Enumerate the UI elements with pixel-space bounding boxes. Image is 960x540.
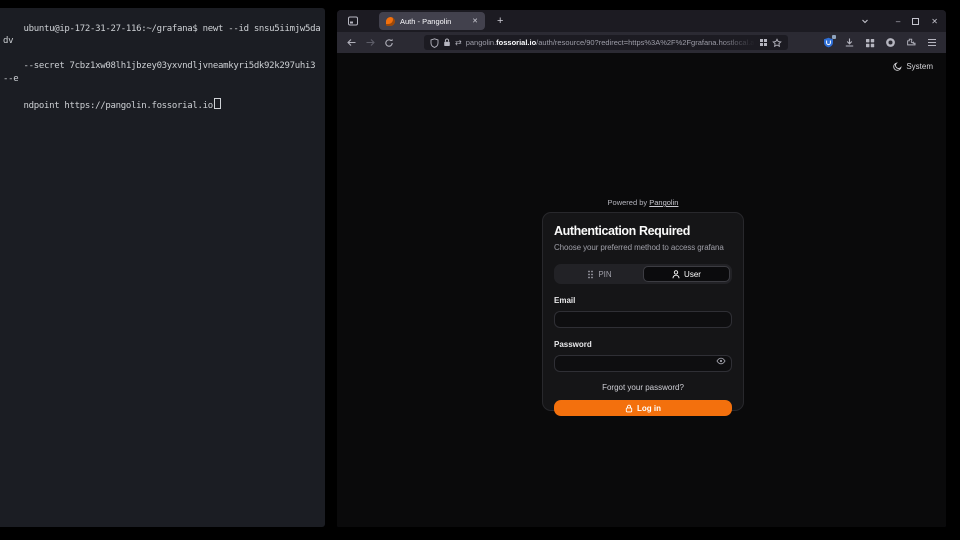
pangolin-link[interactable]: Pangolin (649, 198, 678, 207)
url-path: /auth/resource/90?redirect=https%3A%2F%2… (536, 38, 755, 47)
desktop: ubuntu@ip-172-31-27-116:~/grafana$ newt … (0, 0, 960, 540)
forward-button[interactable] (365, 38, 376, 47)
list-tabs-chevron-icon[interactable] (860, 16, 870, 26)
password-field[interactable] (554, 355, 732, 372)
new-tab-button[interactable]: + (497, 16, 503, 27)
auth-card: Authentication Required Choose your pref… (542, 212, 744, 411)
theme-toggle[interactable]: System (893, 62, 933, 71)
powered-by: Powered by Pangolin (542, 198, 744, 212)
firefox-view-icon[interactable] (347, 15, 359, 27)
card-title: Authentication Required (554, 224, 732, 238)
login-button[interactable]: Log in (554, 400, 732, 416)
reload-button[interactable] (384, 38, 394, 48)
password-label: Password (554, 340, 732, 349)
theme-label: System (906, 62, 933, 71)
powered-by-text: Powered by (608, 198, 648, 207)
browser-tab-auth-pangolin[interactable]: Auth - Pangolin ✕ (379, 12, 485, 30)
terminal-line: ubuntu@ip-172-31-27-116:~/grafana$ newt … (3, 24, 320, 47)
login-lock-icon (625, 404, 633, 413)
keypad-icon (587, 270, 594, 279)
auth-method-tabs: PIN User (554, 264, 732, 284)
card-subtitle: Choose your preferred method to access g… (554, 243, 732, 252)
login-button-label: Log in (637, 404, 661, 413)
terminal-line: ndpoint https://pangolin.fossorial.io (23, 101, 212, 111)
bookmark-star-icon[interactable] (772, 38, 782, 48)
switch-icon[interactable]: ⇄ (455, 39, 462, 47)
auth-page: System Powered by Pangolin Authenticatio… (337, 53, 946, 527)
terminal-window[interactable]: ubuntu@ip-172-31-27-116:~/grafana$ newt … (0, 8, 325, 527)
email-field[interactable] (554, 311, 732, 328)
tab-pin[interactable]: PIN (556, 266, 643, 282)
terminal-line: --secret 7cbz1xw08lh1jbzey03yxvndljvneam… (3, 61, 320, 84)
terminal-cursor (214, 98, 221, 109)
extension-grid-icon[interactable] (865, 38, 875, 48)
url-subdomain: pangolin. (466, 38, 496, 47)
window-close-button[interactable]: ✕ (931, 17, 938, 26)
show-password-eye-icon[interactable] (716, 357, 726, 365)
lock-icon[interactable] (443, 38, 451, 47)
toolbar-extension-icons (823, 37, 937, 48)
tracking-protection-shield-icon[interactable] (430, 38, 439, 48)
email-label: Email (554, 296, 732, 305)
menu-hamburger-icon[interactable] (927, 38, 937, 47)
extensions-puzzle-icon[interactable] (906, 37, 917, 48)
browser-window: Auth - Pangolin ✕ + – ✕ (337, 10, 946, 527)
window-minimize-button[interactable]: – (896, 17, 900, 26)
tab-bar: Auth - Pangolin ✕ + – ✕ (337, 10, 946, 32)
tab-close-icon[interactable]: ✕ (472, 17, 478, 25)
ublock-origin-icon[interactable] (823, 37, 834, 48)
tab-user-label: User (684, 270, 701, 279)
page-actions-grid-icon[interactable] (759, 38, 768, 47)
tab-pin-label: PIN (598, 270, 611, 279)
forgot-password-link[interactable]: Forgot your password? (554, 383, 732, 392)
tab-title: Auth - Pangolin (400, 17, 467, 26)
ring-extension-icon[interactable] (885, 37, 896, 48)
user-icon (672, 270, 680, 279)
downloads-icon[interactable] (844, 37, 855, 48)
pangolin-favicon-icon (386, 17, 395, 26)
moon-icon (893, 62, 902, 71)
url-domain: fossorial.io (496, 38, 536, 47)
tab-user[interactable]: User (643, 266, 730, 282)
window-maximize-button[interactable] (912, 18, 919, 25)
ublock-badge (832, 35, 836, 39)
url-bar[interactable]: ⇄ pangolin.fossorial.io/auth/resource/90… (424, 35, 788, 50)
auth-column: Powered by Pangolin Authentication Requi… (542, 198, 744, 411)
browser-toolbar: ⇄ pangolin.fossorial.io/auth/resource/90… (337, 32, 946, 53)
url-text[interactable]: pangolin.fossorial.io/auth/resource/90?r… (466, 38, 755, 47)
back-button[interactable] (346, 38, 357, 47)
